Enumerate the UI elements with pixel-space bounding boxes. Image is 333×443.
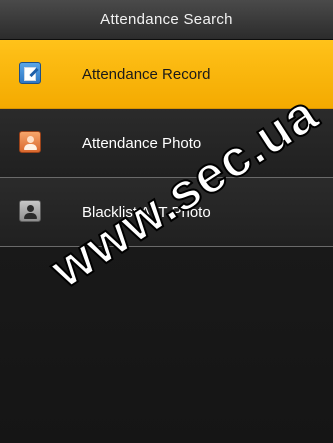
attendance-search-menu: Attendance Record Attendance Photo Black… — [0, 40, 333, 247]
page-title: Attendance Search — [100, 11, 233, 28]
menu-item-blacklist-att-photo[interactable]: Blacklist ATT Photo — [0, 178, 333, 247]
blacklist-person-icon — [19, 200, 41, 222]
menu-item-label: Attendance Record — [82, 66, 211, 83]
menu-item-attendance-photo[interactable]: Attendance Photo — [0, 109, 333, 178]
menu-item-label: Blacklist ATT Photo — [82, 204, 211, 221]
menu-item-attendance-record[interactable]: Attendance Record — [0, 40, 333, 109]
person-photo-icon — [19, 131, 41, 153]
edit-record-icon — [19, 62, 41, 84]
menu-item-label: Attendance Photo — [82, 135, 202, 152]
title-bar: Attendance Search — [0, 0, 333, 40]
device-screen: Attendance Search Attendance Record Atte… — [0, 0, 333, 443]
